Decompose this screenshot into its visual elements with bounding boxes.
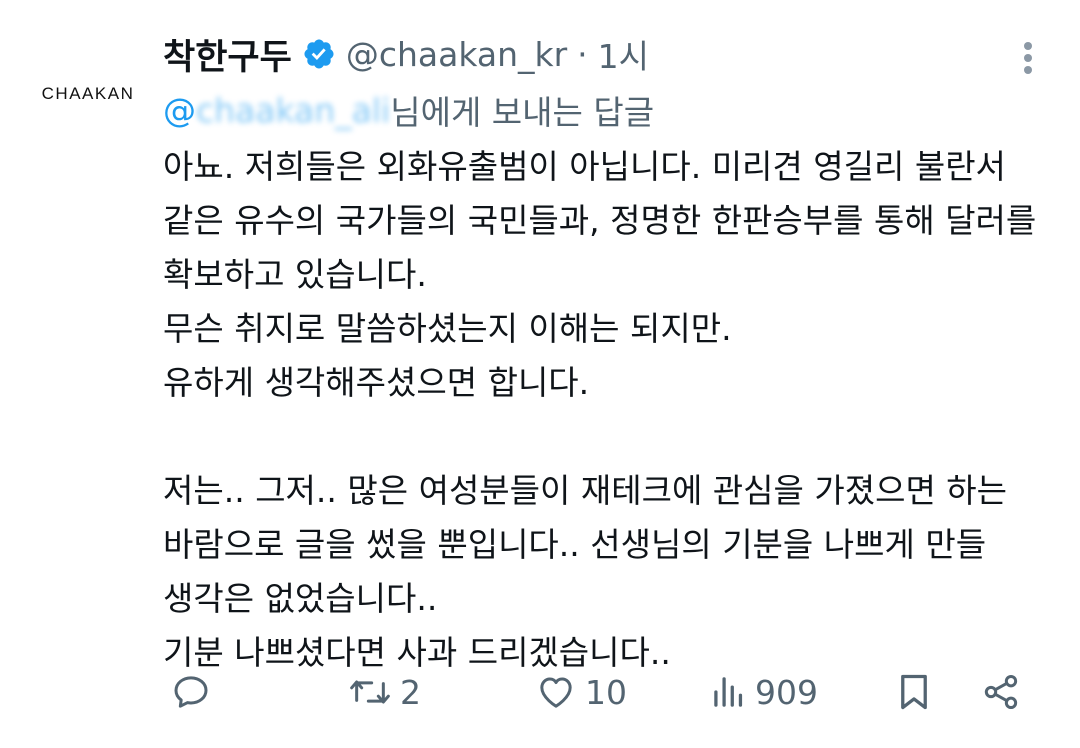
share-icon [984,675,1018,709]
reply-icon [174,676,208,708]
body-line: 확보하고 있습니다. [163,255,427,294]
replying-to: @chaakan_ali 님에게 보내는 답글 [163,84,654,136]
body-line: 무슨 취지로 말씀하셨는지 이해는 되지만. [163,309,732,348]
avatar[interactable]: CHAAKAN [28,34,148,154]
reply-button[interactable] [171,662,211,722]
action-bar: 2 10 909 [163,662,1043,722]
views-button[interactable]: 909 [711,662,818,722]
retweet-count: 2 [400,672,421,712]
like-button[interactable]: 10 [535,662,627,722]
body-line: 생각은 없었습니다.. [163,579,438,618]
body-line: 저는.. 그저.. 많은 여성분들이 재테크에 관심을 가졌으면 하는 [163,471,1008,510]
handle[interactable]: @chaakan_kr [346,35,567,74]
heart-icon [540,677,572,708]
tweet-body: 아뇨. 저희들은 외화유출범이 아닙니다. 미리견 영길리 불란서 같은 유수의… [163,140,1063,680]
reply-suffix: 님에게 보내는 답글 [390,93,655,132]
body-line-blank [163,410,1063,464]
body-line: 아뇨. 저희들은 외화유출범이 아닙니다. 미리견 영길리 불란서 [163,147,1006,186]
reply-mention[interactable]: @chaakan_ali [163,91,390,130]
body-line: 유하게 생각해주셨으면 합니다. [163,363,590,402]
body-line: 바람으로 글을 썼을 뿐입니다.. 선생님의 기분을 나쁘게 만들 [163,525,987,564]
more-options-icon[interactable] [1008,36,1048,80]
tweet-header: 착한구두 @chaakan_kr · 1시 [163,28,649,80]
display-name[interactable]: 착한구두 [163,29,292,80]
retweet-button[interactable]: 2 [348,662,421,722]
body-line: 같은 유수의 국가들의 국민들과, 정명한 한판승부를 통해 달러를 [163,201,1037,240]
verified-badge-icon[interactable] [302,37,336,71]
views-chart-icon [714,677,743,707]
bookmark-icon [901,674,927,710]
mention-prefix: @ [163,90,196,130]
like-count: 10 [585,672,627,712]
views-count: 909 [755,672,818,712]
avatar-logo: CHAAKAN [41,84,135,103]
timestamp[interactable]: 1시 [598,30,649,78]
separator-dot: · [577,34,588,74]
tweet: CHAAKAN 착한구두 @chaakan_kr · 1시 @chaakan_a… [0,0,1080,748]
share-button[interactable] [981,662,1021,722]
retweet-icon [350,680,390,704]
bookmark-button[interactable] [895,662,933,722]
redacted-handle: chaakan_ali [196,90,391,130]
